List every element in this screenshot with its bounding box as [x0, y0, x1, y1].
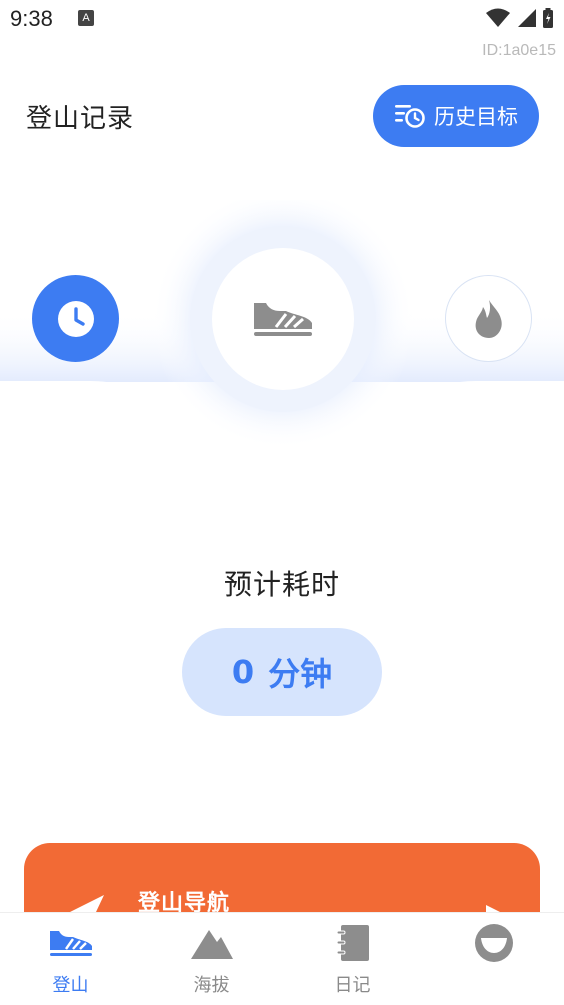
history-goals-button[interactable]: 历史目标: [373, 85, 539, 147]
history-goals-label: 历史目标: [434, 105, 518, 129]
estimated-time-label: 预计耗时: [223, 568, 340, 601]
calorie-mode-button[interactable]: [445, 275, 532, 362]
page-title: 登山记录: [26, 104, 135, 134]
notebook-icon: [336, 925, 369, 961]
tab-profile[interactable]: [423, 913, 564, 1005]
estimated-time-value: 0: [231, 653, 255, 691]
clock-icon: [57, 300, 94, 337]
tab-hiking[interactable]: 登山: [0, 913, 141, 1005]
estimated-time-pill: 0 分钟: [182, 628, 382, 716]
device-id: ID:1a0e15: [482, 42, 556, 59]
hiking-mode-button[interactable]: [212, 248, 354, 390]
app-notification-icon: A: [78, 10, 94, 26]
tab-altitude[interactable]: 海拔: [141, 913, 282, 1005]
signal-icon: [518, 9, 536, 27]
status-time: 9:38: [10, 6, 53, 31]
tab-diary[interactable]: 日记: [282, 913, 423, 1005]
estimated-time-unit: 分钟: [268, 655, 333, 693]
battery-icon: [543, 8, 553, 28]
wifi-icon: [486, 8, 510, 27]
mountain-icon: [190, 930, 233, 959]
profile-icon: [474, 924, 513, 962]
time-mode-button[interactable]: [32, 275, 119, 362]
shoe-icon: [49, 931, 92, 956]
status-bar: 9:38 A: [0, 0, 564, 38]
shoe-icon: [254, 303, 312, 336]
tab-hiking-label: 登山: [52, 975, 89, 996]
history-list-icon: [395, 105, 425, 128]
bottom-tab-bar: 登山 海拔 日记: [0, 912, 564, 1005]
tab-diary-label: 日记: [334, 975, 371, 996]
flame-icon: [475, 299, 502, 338]
status-icons: [486, 8, 554, 28]
tab-altitude-label: 海拔: [193, 975, 230, 996]
